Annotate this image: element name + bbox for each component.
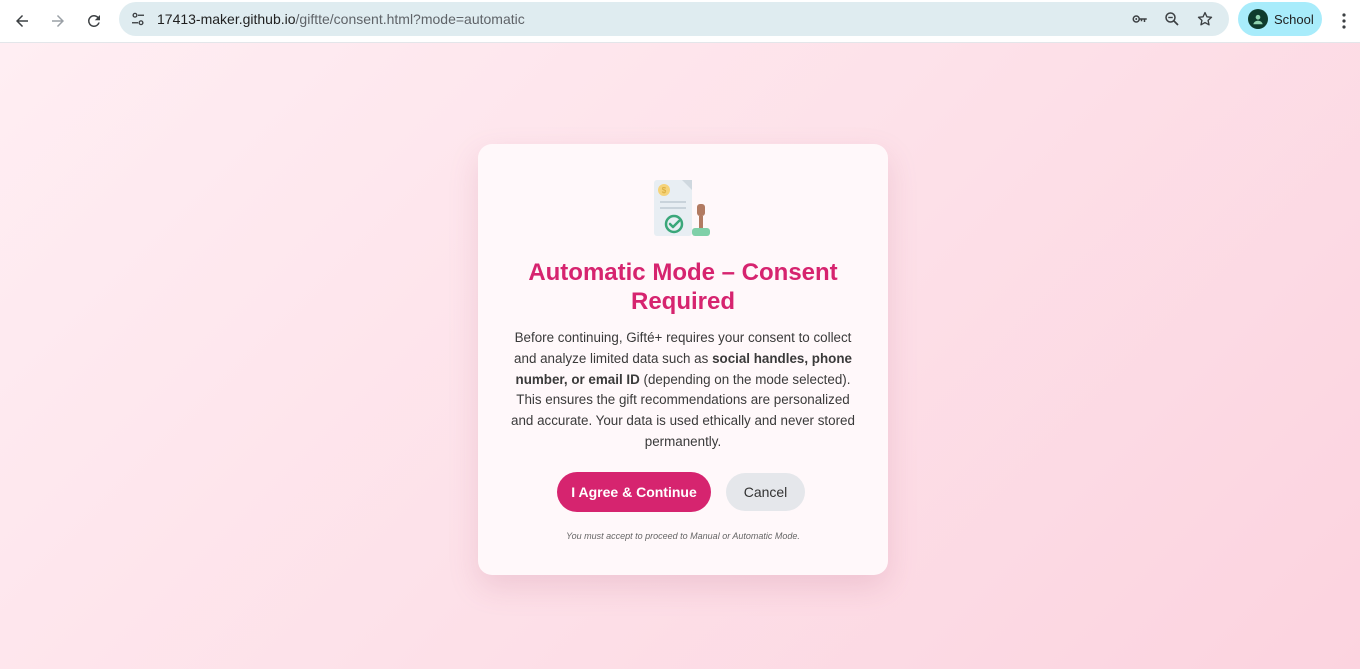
svg-text:$: $: [662, 186, 667, 195]
arrow-right-icon: [52, 15, 64, 27]
page-background: $ Automatic Mode – Consent Required Befo…: [0, 43, 1360, 669]
key-icon: [1132, 15, 1147, 23]
bookmark-button[interactable]: [1193, 7, 1217, 31]
address-bar[interactable]: 17413-maker.github.io/giftte/consent.htm…: [119, 2, 1229, 36]
document-stamp-icon: $: [654, 180, 710, 236]
kebab-menu-icon: [1342, 13, 1346, 29]
reload-button[interactable]: [79, 6, 109, 36]
url-host: 17413-maker.github.io: [157, 11, 296, 27]
site-info-button[interactable]: [125, 6, 151, 32]
consent-description: Before continuing, Gifté+ requires your …: [506, 328, 860, 453]
url-text[interactable]: 17413-maker.github.io/giftte/consent.htm…: [157, 11, 525, 27]
profile-label: School: [1274, 11, 1314, 27]
back-button[interactable]: [7, 6, 37, 36]
cancel-button[interactable]: Cancel: [726, 473, 805, 511]
forward-button[interactable]: [43, 6, 73, 36]
star-icon: [1197, 11, 1213, 26]
browser-toolbar: 17413-maker.github.io/giftte/consent.htm…: [0, 0, 1360, 43]
tune-icon: [132, 12, 144, 26]
consent-note: You must accept to proceed to Manual or …: [566, 531, 800, 541]
agree-continue-button[interactable]: I Agree & Continue: [557, 472, 711, 512]
arrow-left-icon: [16, 15, 28, 27]
profile-icon: [1253, 14, 1263, 25]
browser-menu-button[interactable]: [1332, 6, 1356, 36]
page-title: Automatic Mode – Consent Required: [528, 259, 838, 315]
password-button[interactable]: [1128, 7, 1152, 31]
reload-icon: [87, 14, 100, 27]
consent-card: $ Automatic Mode – Consent Required Befo…: [478, 144, 888, 575]
avatar: [1248, 9, 1268, 29]
url-path: /giftte/consent.html?mode=automatic: [295, 11, 525, 27]
zoom-button[interactable]: [1160, 7, 1184, 31]
profile-button[interactable]: School: [1238, 2, 1322, 36]
zoom-icon: [1165, 12, 1179, 26]
